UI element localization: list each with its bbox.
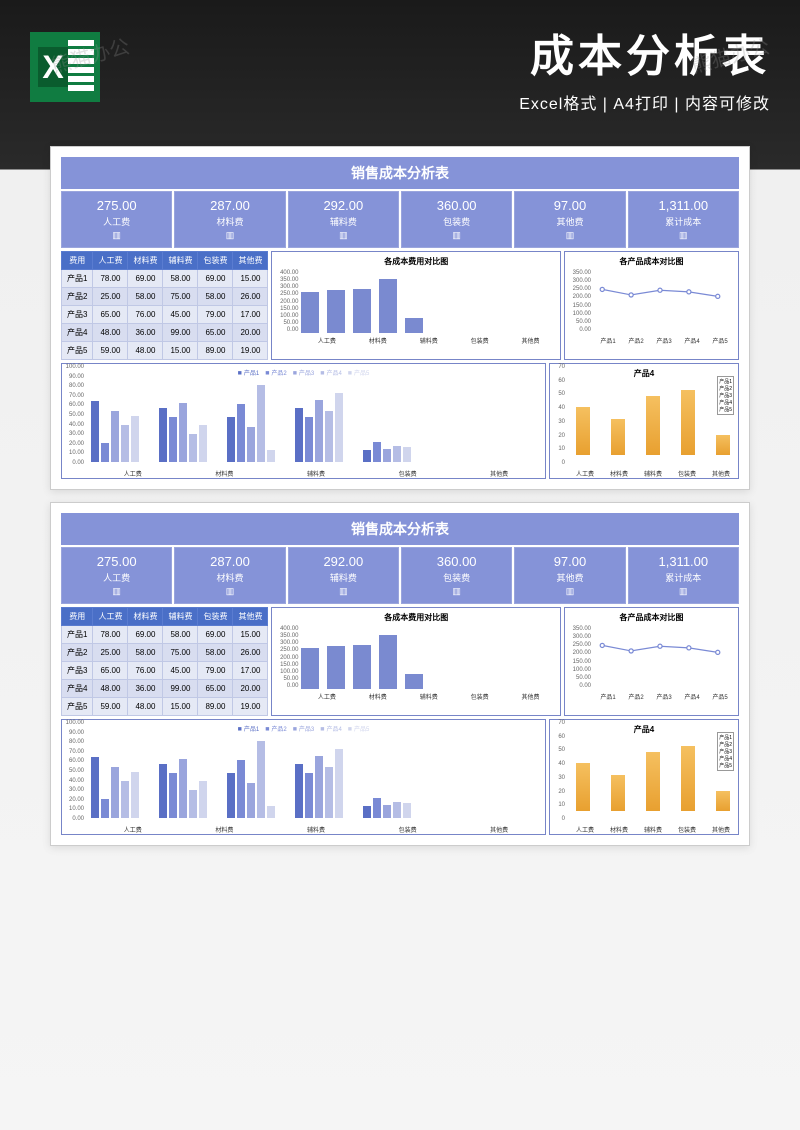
bar [646,752,660,811]
table-row: 产品559.0048.0015.0089.0019.00 [62,342,268,360]
bar [716,435,730,455]
bar-group [295,393,343,462]
table-row: 产品178.0069.0058.0069.0015.00 [62,270,268,288]
bar [353,645,371,689]
table-row: 产品365.0076.0045.0079.0017.00 [62,306,268,324]
bar [611,419,625,455]
sheet-page: 熊猫办公 熊猫办公 销售成本分析表 275.00人工费▥287.00材料费▥29… [50,146,750,490]
table-row: 产品448.0036.0099.0065.0020.00 [62,324,268,342]
sheet-title: 销售成本分析表 [61,157,739,189]
summary-cell: 292.00辅料费▥ [288,191,399,248]
header: 成本分析表 Excel格式 | A4打印 | 内容可修改 [0,0,800,134]
summary-cell: 97.00其他费▥ [514,547,625,604]
summary-cell: 1,311.00累计成本▥ [628,191,739,248]
bar [301,292,319,333]
cost-table: 费用人工费材料费辅料费包装费其他费产品178.0069.0058.0069.00… [61,607,268,716]
cost-bar-chart: 各成本费用对比图 400.00350.00300.00250.00200.001… [271,251,561,360]
bar-group [159,759,207,818]
bar [716,791,730,811]
bar-group [363,442,411,462]
summary-cell: 360.00包装费▥ [401,547,512,604]
table-header: 其他费 [233,608,268,626]
bar [301,648,319,689]
bar [681,390,695,455]
bar [353,289,371,333]
table-row: 产品178.0069.0058.0069.0015.00 [62,626,268,644]
table-row: 产品365.0076.0045.0079.0017.00 [62,662,268,680]
excel-icon [30,32,100,102]
bar-group [227,741,275,818]
bar [405,674,423,689]
table-header: 人工费 [93,608,128,626]
bar [576,763,590,811]
bar [611,775,625,811]
summary-cell: 275.00人工费▥ [61,547,172,604]
table-header: 其他费 [233,252,268,270]
summary-cell: 97.00其他费▥ [514,191,625,248]
bar-group [227,385,275,462]
summary-cell: 287.00材料费▥ [174,547,285,604]
product-line-chart: 各产品成本对比图 350.00300.00250.00200.00150.001… [564,607,739,716]
table-row: 产品225.0058.0075.0058.0026.00 [62,644,268,662]
table-header: 辅料费 [163,608,198,626]
page-subtitle: Excel格式 | A4打印 | 内容可修改 [115,90,770,114]
grouped-bar-chart: 产品1产品2产品3产品4产品5 100.0090.0080.0070.0060.… [61,719,546,835]
table-row: 产品448.0036.0099.0065.0020.00 [62,680,268,698]
summary-cell: 1,311.00累计成本▥ [628,547,739,604]
bar [327,646,345,689]
summary-row: 275.00人工费▥287.00材料费▥292.00辅料费▥360.00包装费▥… [61,547,739,604]
table-header: 费用 [62,608,93,626]
sheet-title: 销售成本分析表 [61,513,739,545]
bar-group [91,757,139,818]
product4-chart: 产品4 产品1产品2产品3产品4产品5 706050403020100人工费材料… [549,363,739,479]
bar [379,279,397,333]
summary-row: 275.00人工费▥287.00材料费▥292.00辅料费▥360.00包装费▥… [61,191,739,248]
summary-cell: 360.00包装费▥ [401,191,512,248]
product4-chart: 产品4 产品1产品2产品3产品4产品5 706050403020100人工费材料… [549,719,739,835]
table-row: 产品225.0058.0075.0058.0026.00 [62,288,268,306]
bar-group [91,401,139,462]
bar-group [159,403,207,462]
table-header: 材料费 [128,252,163,270]
summary-cell: 275.00人工费▥ [61,191,172,248]
table-header: 材料费 [128,608,163,626]
grouped-bar-chart: 产品1产品2产品3产品4产品5 100.0090.0080.0070.0060.… [61,363,546,479]
page-title: 成本分析表 [115,20,770,84]
product-line-chart: 各产品成本对比图 350.00300.00250.00200.00150.001… [564,251,739,360]
summary-cell: 287.00材料费▥ [174,191,285,248]
table-header: 费用 [62,252,93,270]
table-header: 包装费 [198,608,233,626]
bar [327,290,345,333]
bar-group [363,798,411,818]
bar-group [295,749,343,818]
bar [405,318,423,333]
bar [576,407,590,455]
bar [379,635,397,689]
table-row: 产品559.0048.0015.0089.0019.00 [62,698,268,716]
bar [681,746,695,811]
table-header: 包装费 [198,252,233,270]
sheet-page: 熊猫办公 熊猫办公 销售成本分析表 275.00人工费▥287.00材料费▥29… [50,502,750,846]
summary-cell: 292.00辅料费▥ [288,547,399,604]
table-header: 辅料费 [163,252,198,270]
bar [646,396,660,455]
table-header: 人工费 [93,252,128,270]
cost-table: 费用人工费材料费辅料费包装费其他费产品178.0069.0058.0069.00… [61,251,268,360]
cost-bar-chart: 各成本费用对比图 400.00350.00300.00250.00200.001… [271,607,561,716]
